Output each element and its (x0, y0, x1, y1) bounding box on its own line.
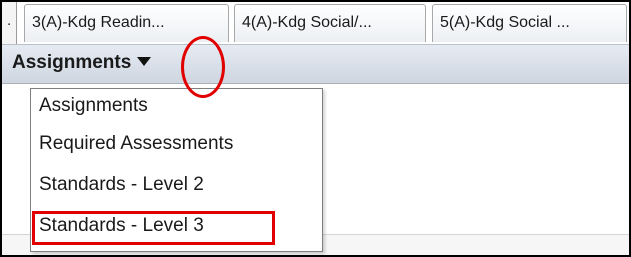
menu-item-assignments[interactable]: Assignments (39, 91, 148, 121)
view-dropdown-button[interactable]: Assignments (12, 52, 152, 78)
menu-item-required-assessments[interactable]: Required Assessments (39, 129, 233, 159)
tab-label: 4(A)-Kdg Social/... (242, 14, 372, 31)
tab-label: 5(A)-Kdg Social ... (440, 14, 570, 31)
tab-strip: . 3(A)-Kdg Readin... 4(A)-Kdg Social/...… (2, 2, 629, 44)
gradebook-header-bar: Assignments (2, 44, 629, 84)
menu-item-standards-level-2[interactable]: Standards - Level 2 (39, 170, 204, 200)
menu-item-standards-level-3[interactable]: Standards - Level 3 (39, 211, 204, 241)
tab-label: 3(A)-Kdg Readin... (32, 14, 165, 31)
screenshot-frame: . 3(A)-Kdg Readin... 4(A)-Kdg Social/...… (0, 0, 631, 257)
caret-down-icon[interactable] (137, 56, 152, 66)
tab-fragment[interactable]: . (2, 2, 17, 44)
tab-kdg-social-1[interactable]: 4(A)-Kdg Social/... (234, 4, 426, 42)
tab-kdg-reading[interactable]: 3(A)-Kdg Readin... (24, 4, 229, 42)
tab-kdg-social-2[interactable]: 5(A)-Kdg Social ... (432, 4, 627, 42)
view-dropdown-menu: Assignments Required Assessments Standar… (30, 88, 323, 252)
tab-fragment-label: . (7, 12, 12, 29)
view-dropdown-label: Assignments (12, 52, 132, 73)
